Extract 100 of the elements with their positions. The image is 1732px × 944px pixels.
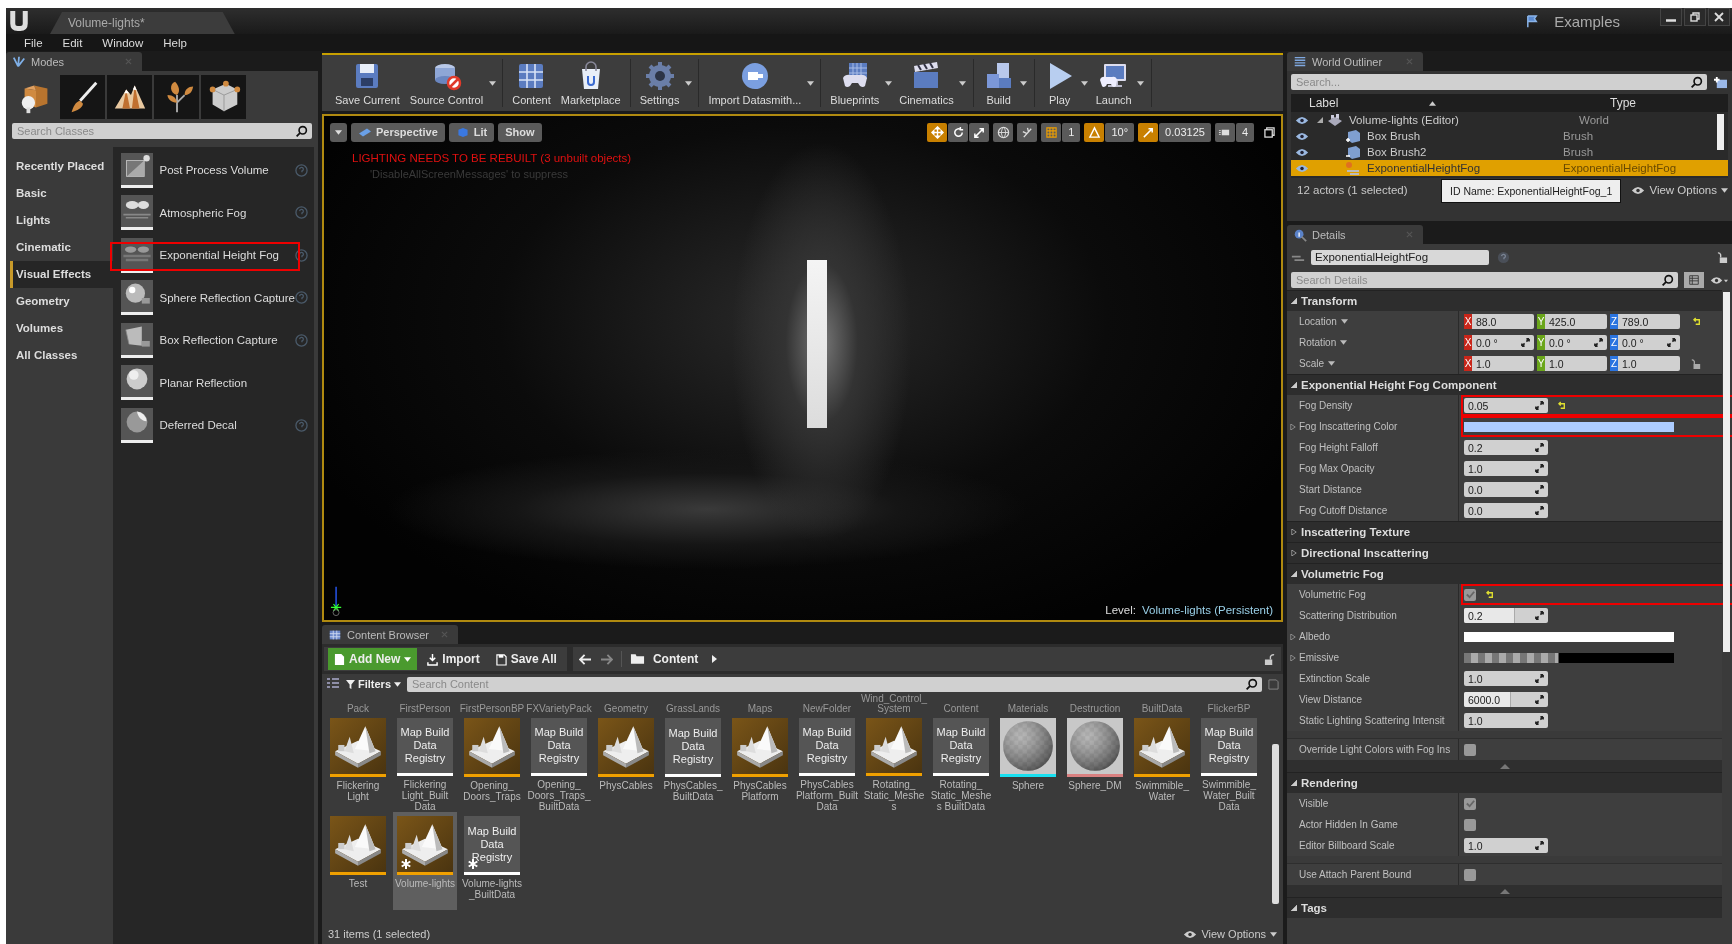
caret-icon[interactable] bbox=[1340, 340, 1348, 345]
expand-arrow-icon[interactable] bbox=[1290, 423, 1296, 430]
number-field[interactable]: 1.0 bbox=[1464, 713, 1548, 728]
class-item-label[interactable]: Post Process Volume bbox=[159, 164, 269, 177]
dropdown-button[interactable] bbox=[1078, 80, 1091, 86]
menu-item[interactable]: Edit bbox=[52, 36, 93, 49]
expand-arrow-icon[interactable] bbox=[1290, 633, 1296, 640]
color-swatch[interactable] bbox=[1464, 631, 1674, 642]
cloud-icon[interactable] bbox=[121, 195, 154, 231]
dropdown-button[interactable] bbox=[882, 80, 895, 86]
eye-icon[interactable] bbox=[1710, 275, 1728, 285]
number-field[interactable]: 1.0 bbox=[1464, 461, 1548, 476]
folder-label[interactable]: Maps bbox=[728, 694, 792, 714]
sphere-capture-icon[interactable] bbox=[121, 280, 154, 316]
number-field[interactable]: 1.0 bbox=[1472, 356, 1534, 371]
unlocked-padlock-icon[interactable] bbox=[1717, 250, 1728, 264]
dropdown-button[interactable] bbox=[1134, 80, 1147, 86]
advanced-toggle[interactable] bbox=[1287, 760, 1722, 772]
import-button[interactable]: Import bbox=[421, 648, 486, 670]
source-tree-icon[interactable] bbox=[326, 678, 340, 690]
dropdown-button[interactable] bbox=[682, 80, 695, 86]
class-item-label[interactable]: Box Reflection Capture bbox=[159, 334, 278, 347]
view-options-button[interactable]: View Options bbox=[1631, 184, 1728, 196]
mode-tab[interactable] bbox=[201, 75, 246, 119]
advanced-toggle[interactable] bbox=[1287, 885, 1722, 897]
folder-label[interactable]: FirstPerson bbox=[393, 694, 457, 714]
folder-label[interactable]: FlickerBP bbox=[1197, 694, 1261, 714]
folder-label[interactable]: NewFolder bbox=[795, 694, 859, 714]
number-field[interactable]: 425.0 bbox=[1545, 314, 1607, 329]
dropdown-button[interactable] bbox=[486, 80, 499, 86]
folder-label[interactable]: Geometry bbox=[594, 694, 658, 714]
category-item[interactable]: Volumes bbox=[10, 315, 114, 342]
folder-label[interactable]: BuiltData bbox=[1130, 694, 1194, 714]
category-header[interactable]: Exponential Height Fog Component bbox=[1287, 374, 1722, 395]
number-field[interactable]: 0.0 ° bbox=[1472, 335, 1534, 350]
search-field[interactable]: Search Classes bbox=[12, 123, 312, 139]
folder-label[interactable]: FXVarietyPack bbox=[527, 694, 591, 714]
class-item-label[interactable]: Exponential Height Fog bbox=[159, 249, 280, 262]
scrollbar[interactable] bbox=[1272, 744, 1279, 904]
class-item-label[interactable]: Planar Reflection bbox=[159, 376, 248, 389]
number-field[interactable]: 1.0 bbox=[1464, 671, 1548, 686]
expand-arrow-icon[interactable] bbox=[1317, 117, 1323, 123]
restore-button[interactable] bbox=[1684, 8, 1706, 26]
category-item[interactable]: Geometry bbox=[10, 288, 114, 315]
mode-tab[interactable] bbox=[60, 75, 105, 119]
category-item[interactable]: Recently Placed bbox=[10, 153, 114, 180]
world-outliner-tab[interactable]: World Outliner bbox=[1287, 52, 1423, 71]
checkbox[interactable] bbox=[1464, 818, 1476, 831]
filters-button[interactable]: Filters bbox=[346, 678, 401, 690]
add-folder-icon[interactable] bbox=[1713, 75, 1728, 89]
content-browser-tab[interactable]: Content Browser bbox=[322, 625, 458, 644]
color-swatch[interactable] bbox=[1464, 652, 1674, 663]
dropdown-button[interactable] bbox=[956, 80, 969, 86]
number-field[interactable]: 789.0 bbox=[1618, 314, 1680, 329]
toolbar-button[interactable]: Save Current bbox=[330, 60, 405, 106]
help-icon[interactable] bbox=[1497, 250, 1510, 264]
checkbox[interactable] bbox=[1464, 868, 1476, 881]
toolbar-button[interactable]: Launch bbox=[1090, 60, 1137, 106]
eye-icon[interactable] bbox=[1295, 115, 1309, 125]
mode-tab[interactable] bbox=[107, 75, 152, 119]
folder-label[interactable]: Pack bbox=[326, 694, 390, 714]
category-header[interactable]: Directional Inscattering bbox=[1287, 542, 1722, 563]
number-field[interactable]: 0.0 bbox=[1464, 482, 1548, 497]
outliner-row[interactable]: ExponentialHeightFog ExponentialHeightFog bbox=[1291, 160, 1728, 176]
menu-item[interactable]: File bbox=[14, 36, 53, 49]
folder-label[interactable]: Content bbox=[929, 694, 993, 714]
toolbar-button[interactable]: Marketplace bbox=[555, 60, 626, 106]
folder-label[interactable]: Materials bbox=[996, 694, 1060, 714]
volume-icon[interactable] bbox=[121, 152, 154, 188]
menu-item[interactable]: Help bbox=[153, 36, 197, 49]
toolbar-button[interactable]: Content bbox=[507, 60, 556, 106]
toolbar-button[interactable]: Import Datasmith... bbox=[703, 60, 807, 106]
folder-label[interactable]: Destruction bbox=[1063, 694, 1127, 714]
caret-icon[interactable] bbox=[1340, 319, 1348, 324]
eye-icon[interactable] bbox=[1295, 131, 1309, 141]
folder-label[interactable]: GrassLands bbox=[661, 694, 725, 714]
padlock-icon[interactable] bbox=[1691, 357, 1701, 370]
chevron-right-icon[interactable] bbox=[712, 655, 718, 663]
category-header[interactable]: Volumetric Fog bbox=[1287, 563, 1722, 584]
path-breadcrumb[interactable]: Content bbox=[652, 652, 699, 666]
dropdown-button[interactable] bbox=[1017, 80, 1030, 86]
number-field[interactable]: 0.0 bbox=[1464, 503, 1548, 518]
class-item-label[interactable]: Sphere Reflection Capture bbox=[159, 291, 295, 304]
eye-icon[interactable] bbox=[1295, 147, 1309, 157]
category-header[interactable]: Rendering bbox=[1287, 772, 1722, 793]
maximize-icon[interactable] bbox=[1264, 126, 1275, 138]
number-field[interactable]: 0.2 bbox=[1464, 440, 1548, 455]
save-button[interactable]: Save All bbox=[489, 648, 563, 670]
expand-arrow-icon[interactable] bbox=[1290, 654, 1296, 661]
view-options-button[interactable]: View Options bbox=[1183, 928, 1277, 940]
close-button[interactable] bbox=[1708, 8, 1730, 26]
outliner-row[interactable]: Volume-lights (Editor) World bbox=[1291, 112, 1728, 128]
checkbox[interactable] bbox=[1464, 588, 1476, 601]
back-arrow-icon[interactable] bbox=[578, 653, 592, 665]
minimize-button[interactable] bbox=[1660, 8, 1682, 26]
number-field[interactable]: 0.2 bbox=[1464, 608, 1548, 623]
category-item[interactable]: Visual Effects bbox=[10, 261, 114, 288]
property-matrix-button[interactable] bbox=[1684, 272, 1704, 288]
class-item-label[interactable]: Atmospheric Fog bbox=[159, 206, 247, 219]
scrollbar[interactable] bbox=[1723, 292, 1730, 652]
